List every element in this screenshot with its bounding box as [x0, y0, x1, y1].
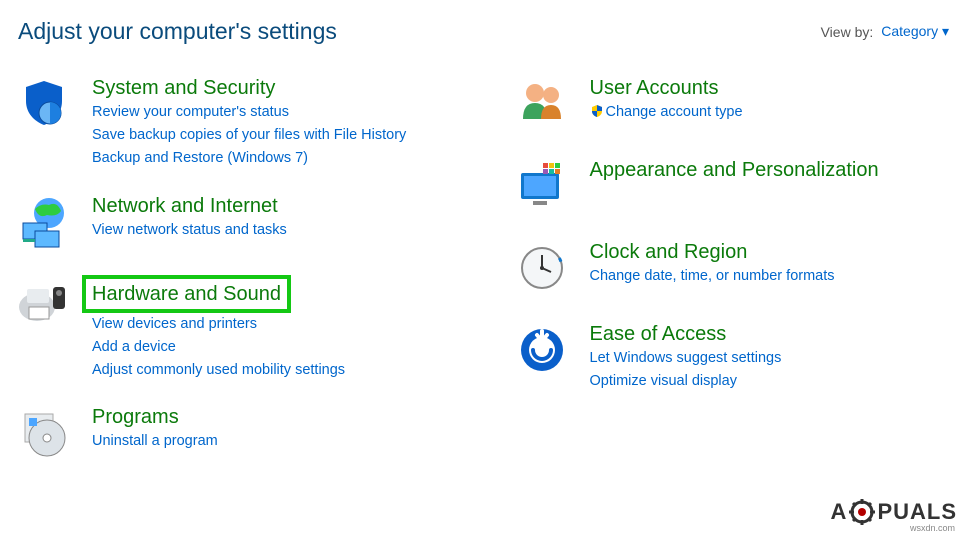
page-title: Adjust your computer's settings	[18, 18, 337, 45]
viewby-label: View by:	[821, 24, 874, 40]
uac-shield-icon	[590, 103, 604, 117]
ease-access-icon	[512, 321, 572, 381]
sublink[interactable]: Let Windows suggest settings	[590, 347, 930, 370]
category-title-network-internet[interactable]: Network and Internet	[92, 193, 278, 219]
sublink[interactable]: View network status and tasks	[92, 219, 432, 242]
right-column: User Accounts Change account type	[512, 75, 969, 486]
category-appearance: Appearance and Personalization	[512, 157, 969, 217]
category-programs: Programs Uninstall a program	[14, 404, 472, 464]
sublink[interactable]: Save backup copies of your files with Fi…	[92, 124, 432, 147]
category-title-user-accounts[interactable]: User Accounts	[590, 75, 719, 101]
category-title-ease-access[interactable]: Ease of Access	[590, 321, 727, 347]
left-column: System and Security Review your computer…	[14, 75, 472, 486]
category-user-accounts: User Accounts Change account type	[512, 75, 969, 135]
category-title-clock-region[interactable]: Clock and Region	[590, 239, 748, 265]
view-by: View by: Category ▾	[821, 23, 949, 40]
watermark-logo: A PUALS	[831, 499, 957, 525]
viewby-value: Category	[881, 23, 938, 39]
category-clock-region: Clock and Region Change date, time, or n…	[512, 239, 969, 299]
globe-icon	[14, 193, 74, 253]
category-system-security: System and Security Review your computer…	[14, 75, 472, 171]
sublink[interactable]: View devices and printers	[92, 313, 432, 336]
sublink-text: Change account type	[606, 104, 743, 120]
category-network-internet: Network and Internet View network status…	[14, 193, 472, 253]
people-icon	[512, 75, 572, 135]
sublink[interactable]: Change account type	[590, 101, 930, 124]
watermark-prefix: A	[831, 499, 848, 525]
category-title-hardware-sound[interactable]: Hardware and Sound	[82, 275, 291, 313]
category-ease-access: Ease of Access Let Windows suggest setti…	[512, 321, 969, 393]
clock-icon	[512, 239, 572, 299]
gear-icon	[849, 499, 875, 525]
category-title-programs[interactable]: Programs	[92, 404, 179, 430]
chevron-down-icon: ▾	[942, 23, 949, 39]
sublink[interactable]: Uninstall a program	[92, 430, 432, 453]
sublink[interactable]: Add a device	[92, 336, 432, 359]
viewby-dropdown[interactable]: Category ▾	[881, 23, 949, 40]
sublink[interactable]: Change date, time, or number formats	[590, 265, 930, 288]
category-hardware-sound: Hardware and Sound View devices and prin…	[14, 275, 472, 383]
shield-icon	[14, 75, 74, 135]
category-title-system-security[interactable]: System and Security	[92, 75, 275, 101]
monitor-icon	[512, 157, 572, 217]
header: Adjust your computer's settings View by:…	[0, 0, 969, 55]
sublink[interactable]: Optimize visual display	[590, 370, 930, 393]
watermark-suffix: PUALS	[877, 499, 957, 525]
categories-grid: System and Security Review your computer…	[0, 55, 969, 486]
source-text: wsxdn.com	[910, 523, 955, 533]
sublink[interactable]: Review your computer's status	[92, 101, 432, 124]
category-title-appearance[interactable]: Appearance and Personalization	[590, 157, 879, 183]
sublink[interactable]: Backup and Restore (Windows 7)	[92, 147, 432, 170]
disc-icon	[14, 404, 74, 464]
printer-icon	[14, 275, 74, 335]
sublink[interactable]: Adjust commonly used mobility settings	[92, 359, 432, 382]
